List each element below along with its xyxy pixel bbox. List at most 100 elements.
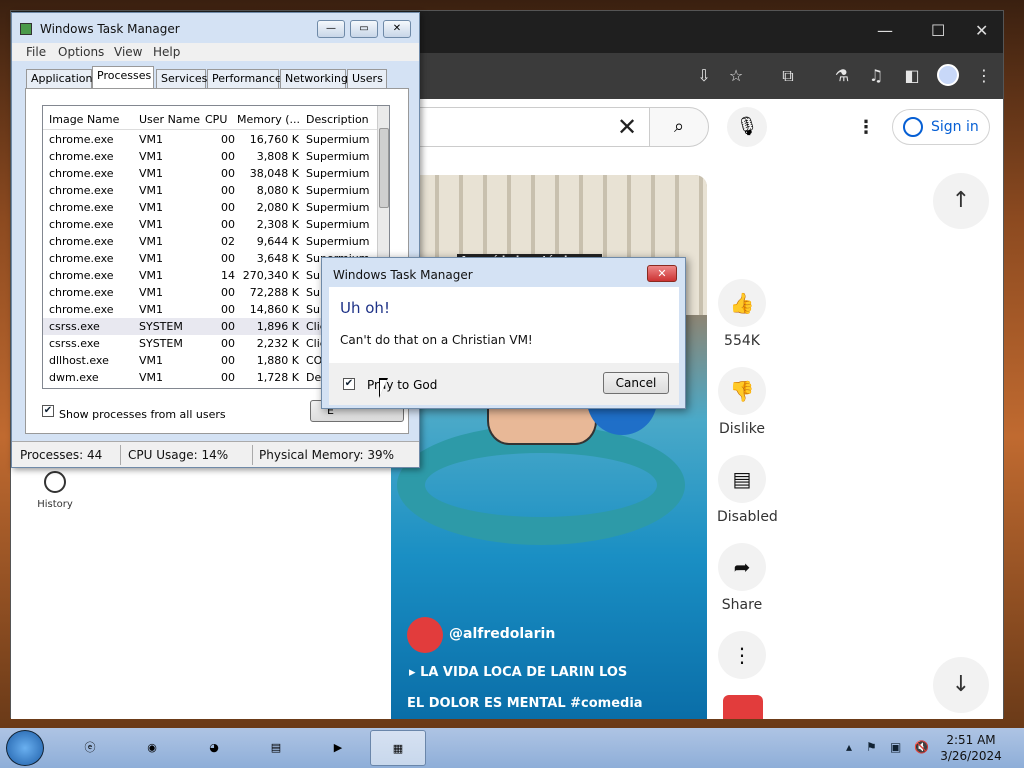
sign-in-button[interactable]: Sign in (892, 109, 990, 145)
next-video-button[interactable]: ↓ (933, 657, 989, 713)
maximize-icon[interactable]: ☐ (931, 21, 945, 40)
more-action[interactable]: ⋮ (717, 631, 767, 679)
start-button[interactable] (6, 730, 44, 766)
taskbar-firefox[interactable]: ◉ (124, 730, 180, 766)
comments-action[interactable]: ▤ Disabled (717, 455, 778, 525)
sidebar-item-history[interactable]: History (31, 471, 79, 510)
cancel-button[interactable]: Cancel (603, 372, 669, 394)
share-action[interactable]: ➦ Share (717, 543, 767, 613)
share-icon[interactable]: ➦ (718, 543, 766, 591)
creator-handle[interactable]: @alfredolarin (449, 626, 555, 642)
show-all-users-checkbox[interactable]: ✔ (42, 405, 54, 417)
dislike-action[interactable]: 👎 Dislike (717, 367, 767, 437)
table-row[interactable]: chrome.exe VM1 00 38,048 K Supermium (43, 165, 377, 182)
menu-view[interactable]: View (114, 45, 142, 59)
video-description-line2: EL DOLOR ES MENTAL #comedia (407, 696, 643, 711)
tab-users[interactable]: Users (347, 69, 387, 89)
volume-muted-icon[interactable]: 🔇 (914, 740, 929, 754)
table-row[interactable]: chrome.exe VM1 02 9,644 K Supermium (43, 233, 377, 250)
status-divider (120, 445, 121, 465)
col-image-name[interactable]: Image Name (49, 113, 119, 126)
col-user-name[interactable]: User Name (139, 113, 200, 126)
tab-processes[interactable]: Processes (92, 66, 154, 89)
cell-cpu: 00 (221, 252, 235, 265)
search-input[interactable] (391, 107, 649, 147)
cell-image-name: chrome.exe (49, 167, 114, 180)
profile-avatar-icon[interactable] (937, 64, 959, 86)
cell-image-name: chrome.exe (49, 218, 114, 231)
table-row[interactable]: chrome.exe VM1 00 2,080 K Supermium (43, 199, 377, 216)
table-row[interactable]: chrome.exe VM1 00 8,080 K Supermium (43, 182, 377, 199)
arrow-up-icon: ↑ (951, 188, 971, 213)
cell-image-name: chrome.exe (49, 133, 114, 146)
cell-image-name: chrome.exe (49, 286, 114, 299)
dialog-close-button[interactable]: ✕ (647, 265, 677, 282)
network-icon[interactable]: ▣ (890, 740, 901, 754)
close-icon[interactable]: ✕ (975, 21, 988, 40)
thumbs-up-icon[interactable]: 👍 (718, 279, 766, 327)
cell-user-name: VM1 (139, 218, 164, 231)
cell-cpu: 00 (221, 218, 235, 231)
search-button[interactable]: ⌕ (649, 107, 709, 147)
creator-avatar[interactable] (407, 617, 443, 653)
clock-time: 2:51 AM (946, 733, 996, 747)
cell-user-name: SYSTEM (139, 320, 183, 333)
media-control-icon[interactable]: ♫ (865, 65, 887, 87)
tm-maximize-button[interactable]: ▭ (350, 20, 378, 38)
pray-to-god-label[interactable]: Pray to God (367, 378, 437, 392)
cell-cpu: 02 (221, 235, 235, 248)
status-divider (252, 445, 253, 465)
cell-user-name: VM1 (139, 252, 164, 265)
install-app-icon[interactable]: ⇩ (693, 65, 715, 87)
labs-flask-icon[interactable]: ⚗ (831, 65, 853, 87)
menu-options[interactable]: Options (58, 45, 104, 59)
side-panel-icon[interactable]: ◧ (901, 65, 923, 87)
col-description[interactable]: Description (306, 113, 369, 126)
channel-thumbnail[interactable] (723, 695, 763, 719)
taskbar-media-player[interactable]: ▶ (310, 730, 366, 766)
clear-search-icon[interactable]: ✕ (617, 113, 637, 141)
col-cpu[interactable]: CPU (205, 113, 227, 126)
comment-icon[interactable]: ▤ (718, 455, 766, 503)
cell-cpu: 00 (221, 354, 235, 367)
tm-close-button[interactable]: ✕ (383, 20, 411, 38)
microphone-icon: 🎙 (735, 116, 759, 137)
tab-networking[interactable]: Networking (280, 69, 348, 89)
tab-performance[interactable]: Performance (207, 69, 282, 89)
taskbar-clock[interactable]: 2:51 AM 3/26/2024 (936, 732, 1006, 764)
tab-services[interactable]: Services (156, 69, 207, 89)
table-row[interactable]: chrome.exe VM1 00 16,760 K Supermium (43, 131, 377, 148)
task-manager-app-icon (20, 23, 32, 35)
bookmark-star-icon[interactable]: ☆ (725, 65, 747, 87)
taskbar-browser[interactable]: ◕ (186, 730, 242, 766)
like-action[interactable]: 👍 554K (717, 279, 767, 349)
cell-memory: 2,080 K (256, 201, 299, 214)
table-row[interactable]: chrome.exe VM1 00 2,308 K Supermium (43, 216, 377, 233)
action-center-flag-icon[interactable]: ⚑ (866, 740, 877, 754)
taskbar-task-manager[interactable]: ▦ (370, 730, 426, 766)
show-hidden-icons[interactable]: ▴ (846, 740, 852, 754)
table-row[interactable]: chrome.exe VM1 00 3,808 K Supermium (43, 148, 377, 165)
tm-minimize-button[interactable]: — (317, 20, 345, 38)
more-options-icon[interactable]: ⋮ (718, 631, 766, 679)
settings-kebab-icon[interactable]: ⋮ (857, 117, 875, 138)
cell-cpu: 00 (221, 303, 235, 316)
taskbar-explorer[interactable]: ▤ (248, 730, 304, 766)
cell-user-name: VM1 (139, 354, 164, 367)
dislike-label: Dislike (719, 421, 765, 437)
taskbar-internet-explorer[interactable]: ⓔ (62, 730, 118, 766)
voice-search-button[interactable]: 🎙 (727, 107, 767, 147)
pray-to-god-checkbox[interactable]: ✔ (343, 378, 355, 390)
col-memory[interactable]: Memory (... (237, 113, 300, 126)
minimize-icon[interactable]: — (877, 21, 893, 40)
menu-file[interactable]: File (26, 45, 46, 59)
previous-video-button[interactable]: ↑ (933, 173, 989, 229)
tab-applications[interactable]: Applications (26, 69, 98, 89)
menu-help[interactable]: Help (153, 45, 180, 59)
browser-menu-icon[interactable]: ⋮ (973, 65, 995, 87)
scrollbar-thumb[interactable] (379, 128, 389, 208)
thumbs-down-icon[interactable]: 👎 (718, 367, 766, 415)
extensions-icon[interactable]: ⧉ (777, 65, 799, 87)
cell-cpu: 00 (221, 320, 235, 333)
cell-user-name: VM1 (139, 269, 164, 282)
